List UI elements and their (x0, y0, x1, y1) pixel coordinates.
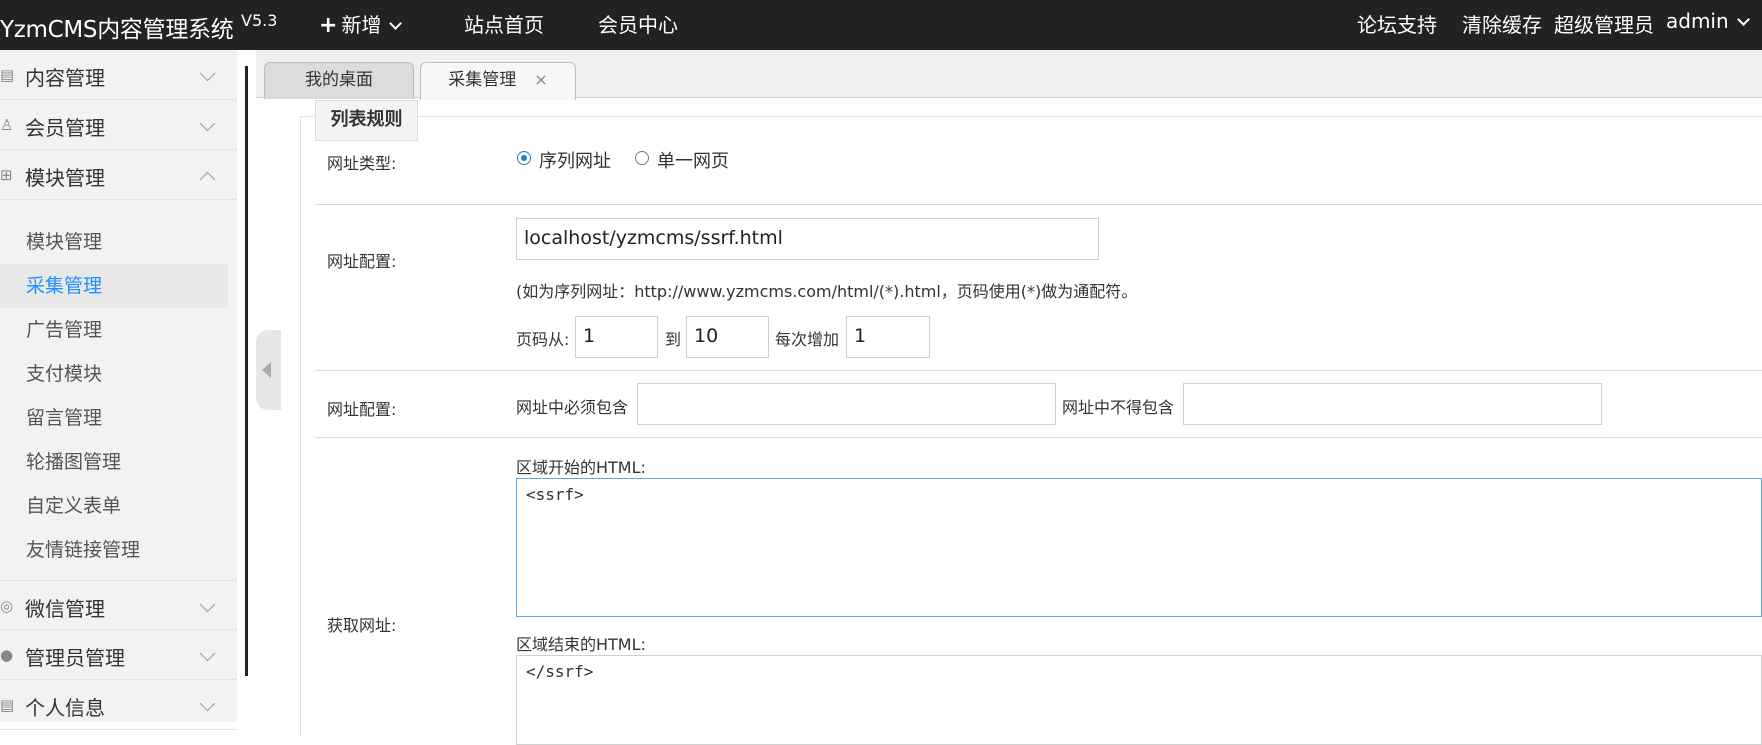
chevron-down-icon (199, 115, 216, 132)
sidebar-group-modules[interactable]: ⊞ 模块管理 (0, 150, 237, 200)
row-divider (315, 437, 1762, 438)
step-label: 每次增加 (775, 330, 840, 349)
chevron-down-icon (199, 645, 216, 662)
user-menu[interactable]: admin (1666, 9, 1750, 33)
app-brand[interactable]: YzmCMS内容管理系统 (0, 10, 234, 44)
chevron-down-icon (199, 65, 216, 82)
region-start-textarea[interactable]: <ssrf> (516, 478, 1762, 617)
sidebar-item-modules[interactable]: 模块管理 (0, 220, 228, 264)
url-config-input[interactable]: localhost/yzmcms/ssrf.html (516, 218, 1099, 260)
chevron-down-icon (199, 695, 216, 712)
sidebar-item-custom-form[interactable]: 自定义表单 (0, 484, 228, 528)
caret-left-icon (262, 362, 271, 378)
profile-icon: ▤ (0, 696, 15, 714)
chevron-up-icon (199, 171, 216, 188)
admin-icon: ● (0, 646, 14, 664)
tab-bar: 我的桌面 采集管理 × (256, 50, 1762, 100)
url-config-hint: (如为序列网址：http://www.yzmcms.com/html/(*).h… (516, 282, 1138, 301)
sidebar-collapse-handle[interactable] (256, 330, 281, 410)
page-from-label: 页码从: (516, 330, 570, 349)
role-label: 超级管理员 (1554, 13, 1654, 37)
chevron-down-icon (199, 596, 216, 613)
section-legend: 列表规则 (315, 100, 418, 141)
nav-site-home[interactable]: 站点首页 (464, 9, 544, 38)
url-type-label: 网址类型: (327, 154, 397, 173)
close-icon[interactable]: × (534, 70, 547, 89)
sidebar-item-payment[interactable]: 支付模块 (0, 352, 228, 396)
sidebar-group-content[interactable]: ▤ 内容管理 (0, 50, 237, 100)
sidebar-group-admins[interactable]: ● 管理员管理 (0, 630, 237, 680)
plus-icon: + (319, 13, 338, 38)
fetch-url-label: 获取网址: (327, 616, 397, 635)
main-content: 我的桌面 采集管理 × 列表规则 网址类型: 序列网址 单一网页 网址配置: lo… (256, 50, 1762, 745)
page-to-label: 到 (665, 330, 682, 349)
clear-cache-link[interactable]: 清除缓存 (1462, 9, 1542, 38)
radio-single-page-label[interactable]: 单一网页 (657, 147, 729, 173)
user-icon: ♙ (0, 116, 14, 134)
chevron-down-icon (389, 17, 403, 30)
page-from-input[interactable]: 1 (575, 316, 658, 358)
sidebar-scrollbar[interactable] (245, 66, 248, 676)
add-new-menu[interactable]: + 新增 (319, 9, 403, 38)
region-end-label: 区域结束的HTML: (516, 635, 646, 654)
grid-icon: ⊞ (0, 166, 13, 184)
must-contain-label: 网址中必须包含 (516, 398, 629, 417)
nav-forum-support[interactable]: 论坛支持 (1357, 9, 1437, 38)
url-filter-label: 网址配置: (327, 400, 397, 419)
row-divider (315, 204, 1762, 205)
radio-single-page[interactable] (635, 151, 649, 165)
sidebar: ▤ 内容管理 ♙ 会员管理 ⊞ 模块管理 模块管理 采集管理 广告管理 支付模块… (0, 50, 237, 730)
must-contain-input[interactable] (637, 383, 1056, 425)
page-to-input[interactable]: 10 (686, 316, 769, 358)
radio-sequence-url-label[interactable]: 序列网址 (539, 147, 611, 173)
sidebar-group-wechat[interactable]: ◎ 微信管理 (0, 580, 237, 630)
not-contain-label: 网址中不得包含 (1062, 398, 1175, 417)
nav-member-center[interactable]: 会员中心 (598, 9, 678, 38)
sidebar-group-profile[interactable]: ▤ 个人信息 (0, 680, 237, 730)
document-icon: ▤ (0, 66, 15, 84)
sidebar-item-ads[interactable]: 广告管理 (0, 308, 228, 352)
not-contain-input[interactable] (1183, 383, 1602, 425)
chevron-down-icon (1736, 13, 1750, 26)
sidebar-item-banner[interactable]: 轮播图管理 (0, 440, 228, 484)
region-start-label: 区域开始的HTML: (516, 458, 646, 477)
tab-my-desktop[interactable]: 我的桌面 (264, 62, 414, 99)
top-navbar: YzmCMS内容管理系统 V5.3 + 新增 站点首页 会员中心 论坛支持 清除缓… (0, 0, 1762, 50)
version-label: V5.3 (241, 11, 278, 30)
step-input[interactable]: 1 (846, 316, 930, 358)
region-end-textarea[interactable]: </ssrf> (516, 655, 1762, 745)
wechat-icon: ◎ (0, 597, 14, 615)
row-divider (315, 370, 1762, 371)
sidebar-item-guestbook[interactable]: 留言管理 (0, 396, 228, 440)
sidebar-item-collect[interactable]: 采集管理 (0, 264, 228, 308)
sidebar-group-members[interactable]: ♙ 会员管理 (0, 100, 237, 150)
radio-sequence-url[interactable] (517, 151, 531, 165)
url-config-label: 网址配置: (327, 252, 397, 271)
sidebar-item-links[interactable]: 友情链接管理 (0, 528, 228, 572)
tab-collect-manage[interactable]: 采集管理 × (420, 62, 576, 100)
